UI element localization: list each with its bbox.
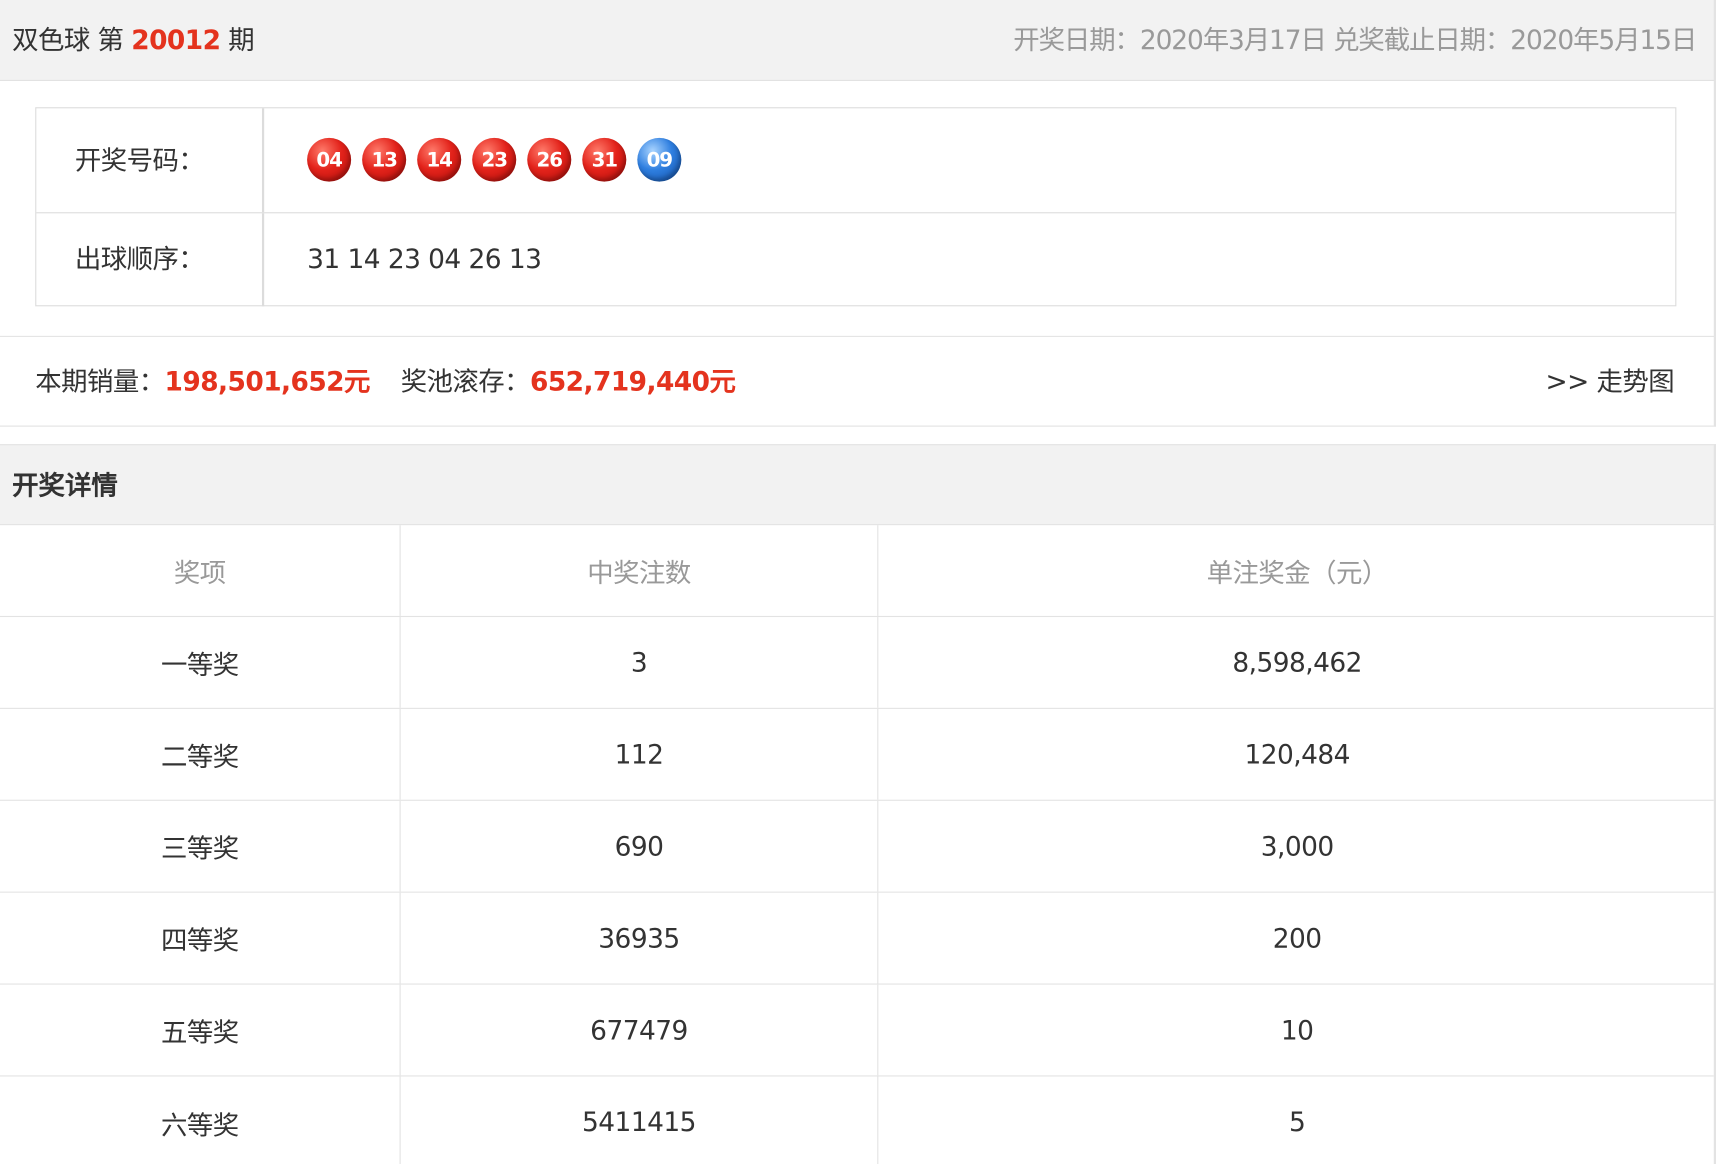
issue-title: 双色球 第 20012 期: [12, 24, 255, 57]
prize-name: 六等奖: [0, 1076, 401, 1164]
table-header-row: 奖项 中奖注数 单注奖金（元）: [0, 525, 1714, 618]
page: 双色球 第 20012 期 开奖日期：2020年3月17日 兑奖截止日期：202…: [0, 0, 1716, 1164]
red-ball: 31: [582, 137, 627, 182]
table-row: 五等奖 677479 10: [0, 984, 1714, 1077]
prize-amount: 5: [1289, 1107, 1306, 1138]
sales-value: 198,501,652元: [164, 366, 371, 398]
table-row: 一等奖 3 8,598,462: [0, 617, 1714, 709]
winner-count: 690: [401, 800, 879, 892]
prize-amount: 10: [1280, 1014, 1314, 1046]
winner-count: 5411415: [401, 1076, 879, 1164]
red-ball: 13: [362, 137, 407, 182]
column-header-amount: 单注奖金（元）: [1206, 557, 1389, 589]
table-row: 六等奖 5411415 5: [0, 1076, 1714, 1164]
blue-ball: 09: [637, 137, 682, 182]
winning-numbers-row: 开奖号码： 04 13 14 23 26 31 09: [36, 108, 1676, 214]
prize-name: 三等奖: [0, 800, 401, 892]
table-row: 三等奖 690 3,000: [0, 800, 1714, 893]
red-ball: 26: [527, 137, 572, 182]
issue-number: 20012: [131, 25, 221, 56]
winner-count: 36935: [401, 892, 879, 984]
draw-table: 开奖号码： 04 13 14 23 26 31 09 出球顺序： 31 14 2…: [35, 107, 1677, 307]
prize-amount: 3,000: [1260, 830, 1334, 862]
sales-label: 本期销量：: [35, 366, 165, 398]
prize-name: 二等奖: [0, 708, 401, 800]
draw-dates: 开奖日期：2020年3月17日 兑奖截止日期：2020年5月15日: [1013, 25, 1697, 56]
detail-section-header: 开奖详情: [0, 444, 1716, 526]
lottery-name: 双色球 第: [12, 25, 132, 56]
draw-order-label: 出球顺序：: [36, 213, 265, 307]
draw-order-value: 31 14 23 04 26 13: [307, 243, 542, 275]
issue-suffix: 期: [220, 25, 255, 56]
red-ball: 04: [307, 137, 352, 182]
sales-summary: 本期销量：198,501,652元 奖池滚存：652,719,440元 >> 走势…: [0, 336, 1716, 427]
prize-amount: 8,598,462: [1232, 647, 1362, 678]
sales-text: 本期销量：198,501,652元 奖池滚存：652,719,440元: [35, 365, 736, 398]
trend-chart-link[interactable]: >> 走势图: [1546, 365, 1675, 398]
prize-table: 奖项 中奖注数 单注奖金（元） 一等奖 3 8,598,462 二等奖 112 …: [0, 525, 1716, 1164]
red-ball: 23: [472, 137, 517, 182]
winning-numbers-label: 开奖号码：: [36, 108, 265, 213]
prize-name: 一等奖: [0, 617, 401, 708]
lottery-result-panel: 双色球 第 20012 期 开奖日期：2020年3月17日 兑奖截止日期：202…: [0, 0, 1716, 1164]
prize-amount: 120,484: [1244, 738, 1350, 770]
winner-count: 677479: [401, 984, 879, 1076]
column-header-count: 中奖注数: [401, 525, 879, 616]
detail-title: 开奖详情: [12, 470, 118, 502]
column-header-prize: 奖项: [0, 525, 401, 616]
table-row: 二等奖 112 120,484: [0, 708, 1714, 801]
prize-name: 四等奖: [0, 892, 401, 984]
winner-count: 112: [401, 708, 879, 800]
pool-value: 652,719,440元: [530, 366, 736, 398]
ball-list: 04 13 14 23 26 31 09: [307, 137, 682, 184]
table-row: 四等奖 36935 200: [0, 892, 1714, 985]
draw-order-row: 出球顺序： 31 14 23 04 26 13: [36, 213, 1675, 307]
pool-label: 奖池滚存：: [400, 366, 531, 398]
issue-header: 双色球 第 20012 期 开奖日期：2020年3月17日 兑奖截止日期：202…: [0, 0, 1716, 81]
red-ball: 14: [417, 137, 462, 182]
prize-amount: 200: [1272, 922, 1322, 954]
draw-block: 开奖号码： 04 13 14 23 26 31 09 出球顺序： 31 14 2…: [0, 80, 1716, 337]
prize-name: 五等奖: [0, 984, 401, 1076]
winner-count: 3: [401, 617, 879, 708]
